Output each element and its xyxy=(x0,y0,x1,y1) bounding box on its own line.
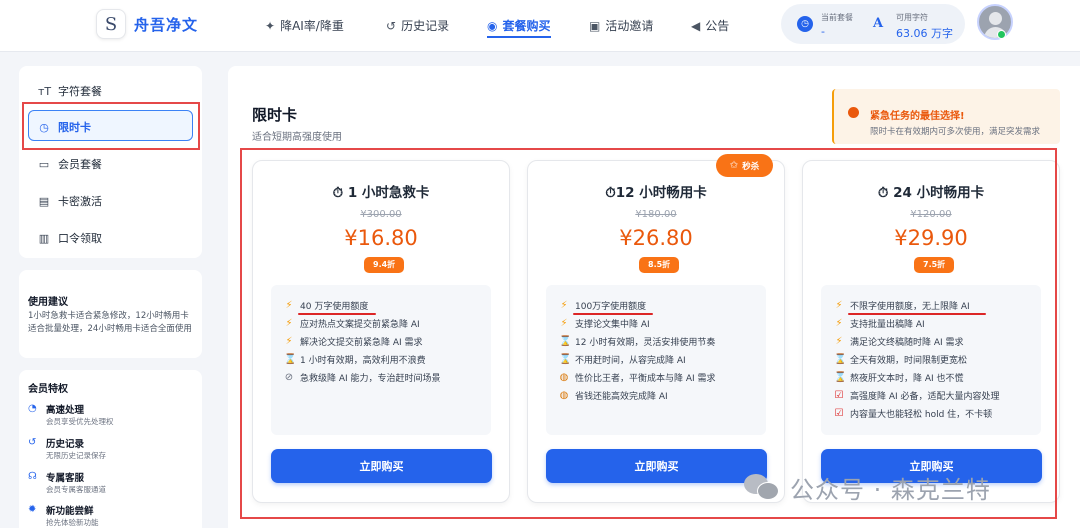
sidebar-item-card-activate[interactable]: ▤ 卡密激活 xyxy=(38,193,102,209)
gift-icon: ▥ xyxy=(38,231,50,245)
sidebar-item-label: 会员套餐 xyxy=(58,158,102,171)
nav-label: 历史记录 xyxy=(401,19,450,33)
privilege-title: 新功能尝鲜 xyxy=(46,506,94,517)
privileges-title: 会员特权 xyxy=(28,384,68,395)
page-title: 限时卡 xyxy=(252,106,298,124)
account-status: ◷ 当前套餐 - A 可用字符 63.06 万字 xyxy=(781,4,965,44)
current-plan-value: - xyxy=(821,25,825,38)
headset-icon: ☊ xyxy=(28,471,37,482)
nav-plan-purchase[interactable]: ◉ 套餐购买 xyxy=(487,17,551,34)
nav-label: 降AI率/降重 xyxy=(280,19,344,33)
clock-icon: ◷ xyxy=(797,16,813,32)
gear-icon: ✹ xyxy=(28,504,37,515)
brand-name[interactable]: 舟吾净文 xyxy=(134,14,198,35)
briefcase-icon: ▣ xyxy=(589,18,601,33)
sidebar-item-code-claim[interactable]: ▥ 口令领取 xyxy=(38,230,102,246)
history-icon: ↺ xyxy=(28,437,37,448)
privilege-title: 高速处理 xyxy=(46,405,85,416)
megaphone-icon: ◀ xyxy=(691,18,701,33)
avatar-head xyxy=(989,12,1002,25)
privilege-desc: 会员享受优先处理权 xyxy=(46,417,114,426)
card-icon: ▤ xyxy=(38,194,50,208)
font-size-icon: ᴛT xyxy=(38,84,52,98)
watermark: 公众号 · 森克兰特 xyxy=(744,470,991,505)
privilege-desc: 抢先体验新功能 xyxy=(46,518,99,527)
wechat-icon xyxy=(744,473,782,502)
highlight-frame-sidebar xyxy=(22,102,200,150)
nav-announcement[interactable]: ◀ 公告 xyxy=(691,17,729,34)
nav-invite[interactable]: ▣ 活动邀请 xyxy=(589,17,653,34)
nav-label: 套餐购买 xyxy=(502,19,551,33)
nav-history[interactable]: ↺ 历史记录 xyxy=(386,17,449,34)
logo-icon[interactable]: S xyxy=(96,9,126,39)
speedometer-icon: ◔ xyxy=(28,403,37,414)
monitor-icon: ▭ xyxy=(38,157,50,171)
privilege-title: 专属客服 xyxy=(46,473,85,484)
tips-title: 使用建议 xyxy=(28,297,68,308)
sidebar-item-member-plan[interactable]: ▭ 会员套餐 xyxy=(38,156,102,172)
page-subtitle: 适合短期高强度使用 xyxy=(252,132,342,143)
watermark-text: 公众号 · 森克兰特 xyxy=(790,476,991,504)
promo-title: 紧急任务的最佳选择! xyxy=(870,111,965,122)
sidebar-item-label: 字符套餐 xyxy=(58,85,102,98)
sidebar-item-label: 卡密激活 xyxy=(58,195,102,208)
privilege-desc: 会员专属客服通道 xyxy=(46,485,106,494)
stopwatch-icon xyxy=(848,107,859,118)
font-icon: A xyxy=(873,16,884,31)
nav-label: 活动邀请 xyxy=(605,19,654,33)
avatar[interactable] xyxy=(977,4,1013,40)
sidebar-item-char-plan[interactable]: ᴛT 字符套餐 xyxy=(38,83,102,99)
nav-label: 公告 xyxy=(705,19,730,33)
user-badge-icon: ◉ xyxy=(487,18,498,33)
chars-value: 63.06 万字 xyxy=(896,27,953,40)
sidebar-item-label: 口令领取 xyxy=(58,232,102,245)
highlight-frame-plans xyxy=(240,148,1057,519)
tips-text: 1小时急救卡适合紧急修改，12小时畅用卡适合批量处理，24小时畅用卡适合全面使用 xyxy=(28,311,192,334)
current-plan-label: 当前套餐 xyxy=(821,13,853,22)
privilege-desc: 无限历史记录保存 xyxy=(46,451,106,460)
nav-reduce-ai[interactable]: ✦ 降AI率/降重 xyxy=(265,17,344,34)
history-icon: ↺ xyxy=(386,18,397,33)
chars-label: 可用字符 xyxy=(896,13,928,22)
magic-wand-icon: ✦ xyxy=(265,18,276,33)
promo-desc: 限时卡在有效期内可多次使用，满足突发需求 xyxy=(870,127,1041,137)
promo-banner: 紧急任务的最佳选择! 限时卡在有效期内可多次使用，满足突发需求 xyxy=(832,89,1060,144)
active-tab-indicator xyxy=(487,36,551,38)
online-status-dot xyxy=(997,30,1006,39)
privilege-title: 历史记录 xyxy=(46,439,85,450)
